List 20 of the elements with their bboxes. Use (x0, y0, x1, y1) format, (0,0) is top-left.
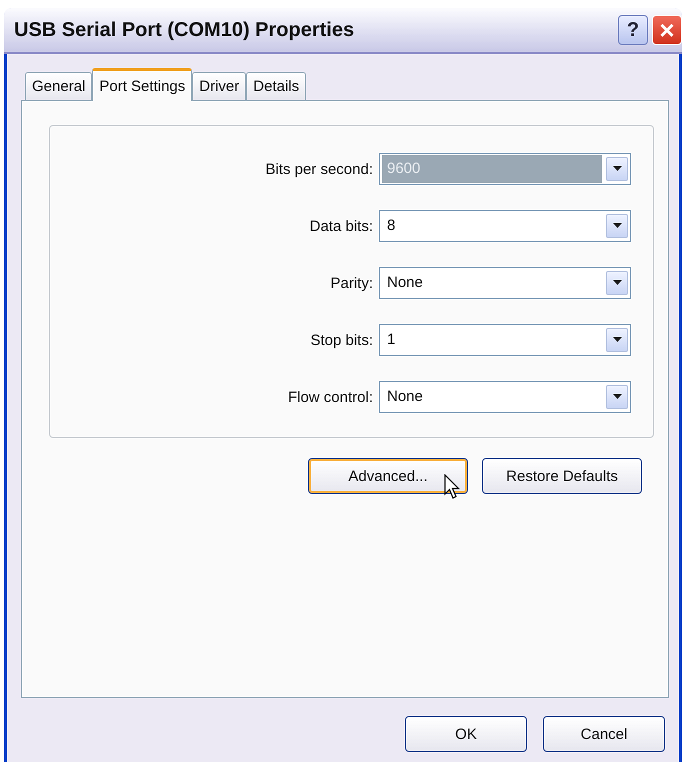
dropdown-field[interactable]: 1 (379, 324, 631, 356)
tab[interactable]: Port Settings (92, 68, 192, 101)
field-label: Data bits: (310, 218, 373, 234)
tab[interactable]: General (25, 72, 92, 100)
field-label: Parity: (330, 274, 373, 292)
tab[interactable]: Driver (192, 72, 246, 100)
dropdown-field[interactable]: 8 (379, 210, 631, 242)
field-label: Bits per second: (265, 160, 373, 178)
window-title: USB Serial Port (COM10) Properties (14, 18, 354, 42)
close-button[interactable]: × (652, 15, 682, 45)
button[interactable]: Restore Defaults (482, 458, 642, 494)
button[interactable]: Advanced... (308, 458, 468, 494)
dropdown-field[interactable]: None (379, 381, 631, 413)
tab[interactable]: Details (246, 72, 306, 100)
field-label: Flow control: (288, 388, 373, 406)
button[interactable]: Cancel (543, 716, 665, 752)
dropdown-field[interactable]: None (379, 267, 631, 299)
button[interactable]: OK (405, 716, 527, 752)
field-label: Stop bits: (310, 332, 373, 348)
help-button[interactable]: ? (618, 15, 648, 45)
